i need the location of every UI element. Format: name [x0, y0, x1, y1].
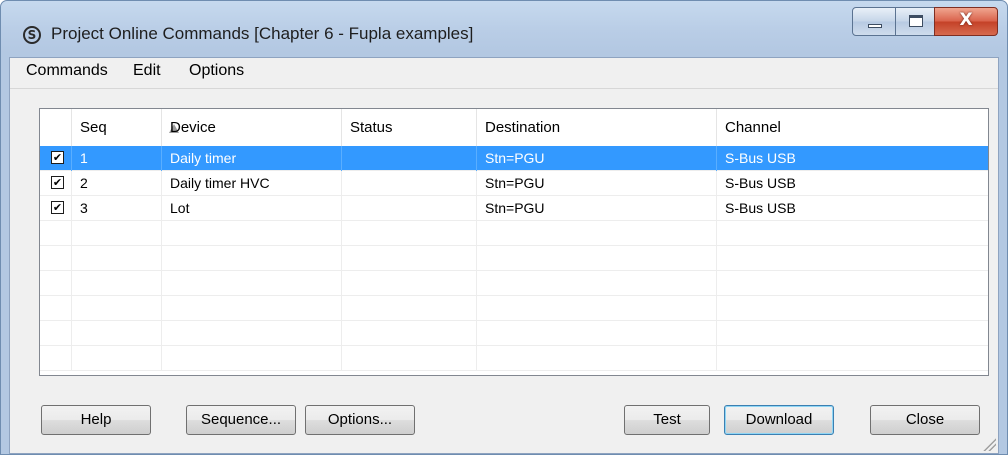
cell-destination: Stn=PGU — [477, 196, 717, 221]
close-button[interactable]: Close — [870, 405, 980, 435]
cell-status — [342, 321, 477, 346]
cell-device — [162, 296, 342, 321]
cell-device: Daily timer — [162, 146, 342, 171]
maximize-icon — [909, 15, 923, 27]
cell-status — [342, 171, 477, 196]
cell-device — [162, 346, 342, 371]
cell-channel: S-Bus USB — [725, 150, 796, 166]
empty-row — [40, 221, 988, 246]
cell-channel — [717, 321, 988, 346]
window-title: Project Online Commands [Chapter 6 - Fup… — [51, 24, 474, 43]
table-row[interactable]: ✔ 3 Lot Stn=PGU S-Bus USB — [40, 196, 988, 221]
cell-seq: 2 — [72, 171, 162, 196]
row-check-cell: ✔ — [40, 171, 72, 196]
cell-status — [342, 146, 477, 171]
cell-channel — [717, 271, 988, 296]
header-check-column[interactable] — [40, 109, 72, 146]
maximize-button[interactable] — [895, 7, 935, 36]
cell-seq: 3 — [72, 196, 162, 221]
cell-channel — [717, 346, 988, 371]
header-channel[interactable]: Channel — [717, 109, 988, 146]
row-check-cell — [40, 246, 72, 271]
row-check-cell — [40, 296, 72, 321]
cell-destination: Stn=PGU — [477, 171, 717, 196]
minimize-button[interactable] — [852, 7, 896, 36]
dialog-window: S Project Online Commands [Chapter 6 - F… — [0, 0, 1008, 455]
cell-destination: Stn=PGU — [477, 146, 717, 171]
title-bar[interactable]: S Project Online Commands [Chapter 6 - F… — [1, 1, 1007, 57]
cell-device — [162, 246, 342, 271]
row-checkbox[interactable]: ✔ — [51, 201, 64, 214]
resize-grip-icon[interactable] — [982, 437, 996, 451]
menu-edit[interactable]: Edit — [131, 62, 163, 80]
cell-seq — [72, 246, 162, 271]
cell-destination — [477, 296, 717, 321]
cell-device: Lot — [162, 196, 342, 221]
cell-seq — [72, 296, 162, 321]
cell-seq — [72, 346, 162, 371]
menu-commands[interactable]: Commands — [24, 62, 110, 80]
menu-options[interactable]: Options — [187, 62, 246, 80]
cell-channel: S-Bus USB — [725, 200, 796, 216]
cell-channel — [717, 246, 988, 271]
cell-destination — [477, 271, 717, 296]
minimize-icon — [868, 24, 882, 28]
cell-status — [342, 221, 477, 246]
header-status[interactable]: Status — [342, 109, 477, 146]
row-checkbox[interactable]: ✔ — [51, 176, 64, 189]
header-seq[interactable]: Seq — [72, 109, 179, 146]
menu-bar: Commands Edit Options — [10, 58, 998, 89]
cell-status — [342, 346, 477, 371]
cell-destination — [477, 321, 717, 346]
cell-status — [342, 271, 477, 296]
cell-seq: 1 — [72, 146, 162, 171]
empty-row — [40, 246, 988, 271]
empty-row — [40, 271, 988, 296]
header-seq-label: Seq — [80, 119, 107, 136]
cell-channel — [717, 221, 988, 246]
table-row[interactable]: ✔ 2 Daily timer HVC Stn=PGU S-Bus USB — [40, 171, 988, 196]
close-window-button[interactable]: X — [934, 7, 998, 36]
dialog-client-area: Commands Edit Options Seq Device Status … — [9, 57, 999, 454]
test-button[interactable]: Test — [624, 405, 710, 435]
cell-device — [162, 221, 342, 246]
row-check-cell: ✔ — [40, 146, 72, 171]
row-checkbox[interactable]: ✔ — [51, 151, 64, 164]
cell-device — [162, 271, 342, 296]
cell-device — [162, 321, 342, 346]
cell-seq — [72, 321, 162, 346]
header-destination[interactable]: Destination — [477, 109, 717, 146]
help-button[interactable]: Help — [41, 405, 151, 435]
cell-status — [342, 246, 477, 271]
row-check-cell — [40, 321, 72, 346]
commands-list[interactable]: Seq Device Status Destination Channel ✔ 1… — [39, 108, 989, 376]
row-check-cell — [40, 346, 72, 371]
empty-row — [40, 346, 988, 371]
cell-channel — [717, 296, 988, 321]
cell-device: Daily timer HVC — [162, 171, 342, 196]
cell-channel: S-Bus USB — [725, 175, 796, 191]
download-button[interactable]: Download — [724, 405, 834, 435]
sequence-button[interactable]: Sequence... — [186, 405, 296, 435]
options-button[interactable]: Options... — [305, 405, 415, 435]
empty-row — [40, 321, 988, 346]
list-header: Seq Device Status Destination Channel — [40, 109, 988, 147]
cell-status — [342, 196, 477, 221]
cell-seq — [72, 271, 162, 296]
cell-destination — [477, 246, 717, 271]
cell-destination — [477, 346, 717, 371]
row-check-cell — [40, 271, 72, 296]
cell-destination — [477, 221, 717, 246]
close-icon: X — [959, 10, 973, 30]
empty-row — [40, 296, 988, 321]
row-check-cell: ✔ — [40, 196, 72, 221]
row-check-cell — [40, 221, 72, 246]
table-row[interactable]: ✔ 1 Daily timer Stn=PGU S-Bus USB — [40, 146, 988, 171]
cell-seq — [72, 221, 162, 246]
cell-status — [342, 296, 477, 321]
app-logo-icon: S — [23, 26, 41, 44]
header-device[interactable]: Device — [162, 109, 342, 146]
